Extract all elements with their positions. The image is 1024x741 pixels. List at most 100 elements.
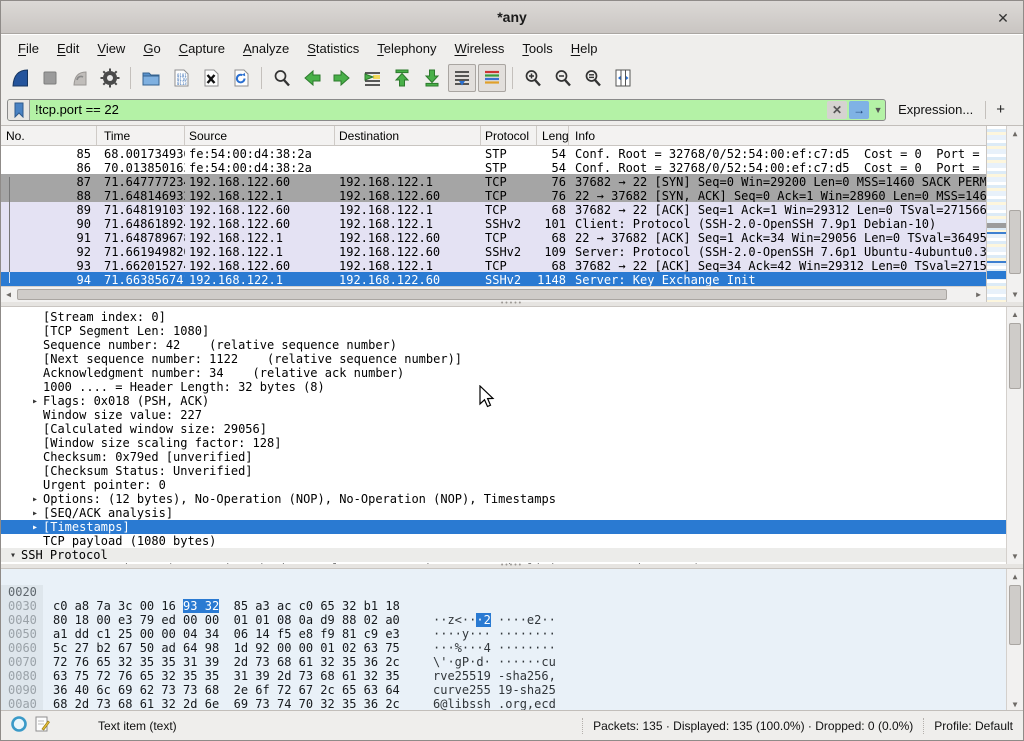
menu-item[interactable]: Capture bbox=[170, 37, 234, 60]
column-header-length[interactable]: Length bbox=[537, 126, 569, 145]
close-window-button[interactable]: ✕ bbox=[993, 8, 1013, 28]
scroll-up-arrow[interactable]: ▲ bbox=[1007, 307, 1023, 322]
start-capture-icon[interactable] bbox=[6, 64, 34, 92]
detail-line[interactable]: 1000 .... = Header Length: 32 bytes (8) bbox=[1, 380, 1006, 394]
open-capture-file-icon[interactable] bbox=[137, 64, 165, 92]
detail-line[interactable]: [Checksum Status: Unverified] bbox=[1, 464, 1006, 478]
zoom-original-icon[interactable] bbox=[579, 64, 607, 92]
column-header-protocol[interactable]: Protocol bbox=[481, 126, 537, 145]
find-packet-icon[interactable] bbox=[268, 64, 296, 92]
go-to-top-icon[interactable] bbox=[388, 64, 416, 92]
capture-options-gear-icon[interactable] bbox=[96, 64, 124, 92]
packet-row[interactable]: 92 71.661949820 192.168.122.1 192.168.12… bbox=[1, 244, 986, 258]
menu-item[interactable]: Help bbox=[562, 37, 607, 60]
packet-row[interactable]: 91 71.648789678 192.168.122.1 192.168.12… bbox=[1, 230, 986, 244]
vertical-scroll-thumb[interactable] bbox=[1009, 585, 1021, 645]
hex-row[interactable]: 00b0 38 34 2c 65 63 64 68 2d 73 68 61 32… bbox=[1, 697, 1006, 711]
scroll-down-arrow[interactable]: ▼ bbox=[1007, 287, 1023, 302]
save-capture-file-icon[interactable]: 010101100113 bbox=[167, 64, 195, 92]
filter-history-dropdown-icon[interactable]: ▼ bbox=[871, 105, 885, 115]
profile-indicator[interactable]: Profile: Default bbox=[934, 719, 1013, 733]
detail-line[interactable]: ▸ [Timestamps] bbox=[1, 520, 1006, 534]
expand-arrow-icon[interactable]: ▸ bbox=[27, 522, 43, 533]
packet-list-vertical-scrollbar[interactable]: ▲ ▼ bbox=[1006, 126, 1023, 302]
scroll-up-arrow[interactable]: ▲ bbox=[1007, 126, 1023, 141]
detail-line[interactable]: [Calculated window size: 29056] bbox=[1, 422, 1006, 436]
reload-capture-file-icon[interactable] bbox=[227, 64, 255, 92]
details-vertical-scrollbar[interactable]: ▲ ▼ bbox=[1006, 307, 1023, 564]
menu-item[interactable]: Analyze bbox=[234, 37, 298, 60]
column-header-time[interactable]: Time bbox=[97, 126, 185, 145]
scroll-up-arrow[interactable]: ▲ bbox=[1007, 569, 1023, 584]
go-to-packet-icon[interactable] bbox=[358, 64, 386, 92]
detail-line[interactable]: ▸ [SEQ/ACK analysis] bbox=[1, 506, 1006, 520]
go-forward-icon[interactable] bbox=[328, 64, 356, 92]
packet-row[interactable]: 87 71.647777234 192.168.122.60 192.168.1… bbox=[1, 174, 986, 188]
expand-arrow-icon[interactable]: ▸ bbox=[27, 396, 43, 407]
resize-columns-icon[interactable] bbox=[609, 64, 637, 92]
menu-item[interactable]: Edit bbox=[48, 37, 88, 60]
detail-line[interactable]: ▸ Flags: 0x018 (PSH, ACK) bbox=[1, 394, 1006, 408]
detail-line[interactable]: [Window size scaling factor: 128] bbox=[1, 436, 1006, 450]
stop-capture-icon[interactable] bbox=[36, 64, 64, 92]
expand-arrow-icon[interactable]: ▸ bbox=[27, 494, 43, 505]
scroll-down-arrow[interactable]: ▼ bbox=[1007, 549, 1023, 564]
menu-item[interactable]: Wireless bbox=[446, 37, 514, 60]
hex-row[interactable]: 0030 80 18 00 e3 79 ed 00 00 01 01 08 0a… bbox=[1, 585, 1006, 599]
hex-row[interactable]: 0050 5c 27 b2 67 50 ad 64 98 1d 92 00 00… bbox=[1, 613, 1006, 627]
detail-line[interactable]: [Next sequence number: 1122 (relative se… bbox=[1, 352, 1006, 366]
packet-row[interactable]: 93 71.662015274 192.168.122.60 192.168.1… bbox=[1, 258, 986, 272]
detail-line[interactable]: TCP payload (1080 bytes) bbox=[1, 534, 1006, 548]
filter-input[interactable] bbox=[30, 102, 827, 117]
title-bar[interactable]: *any ✕ bbox=[1, 1, 1023, 34]
packet-row[interactable]: 86 70.013850163 fe:54:00:d4:38:2a STP 54… bbox=[1, 160, 986, 174]
packet-row[interactable]: 90 71.648618924 192.168.122.60 192.168.1… bbox=[1, 216, 986, 230]
detail-line[interactable]: [TCP Segment Len: 1080] bbox=[1, 324, 1006, 338]
scroll-left-arrow[interactable]: ◀ bbox=[1, 287, 16, 302]
filter-clear-button[interactable]: ✕ bbox=[827, 101, 847, 119]
packet-row[interactable]: 85 68.001734936 fe:54:00:d4:38:2a STP 54… bbox=[1, 146, 986, 160]
intelligent-scrollbar-minimap[interactable] bbox=[986, 126, 1006, 302]
expression-button[interactable]: Expression... bbox=[886, 102, 985, 117]
packet-row[interactable]: 88 71.648146932 192.168.122.1 192.168.12… bbox=[1, 188, 986, 202]
hex-row[interactable]: 0020 c0 a8 7a 3c 00 16 93 32 85 a3 ac c0… bbox=[1, 571, 1006, 585]
hex-row[interactable]: 0080 36 40 6c 69 62 73 73 68 2e 6f 72 67… bbox=[1, 655, 1006, 669]
column-header-destination[interactable]: Destination bbox=[335, 126, 481, 145]
menu-item[interactable]: Go bbox=[134, 37, 169, 60]
detail-line[interactable]: Sequence number: 42 (relative sequence n… bbox=[1, 338, 1006, 352]
menu-item[interactable]: File bbox=[9, 37, 48, 60]
expand-arrow-icon[interactable]: ▸ bbox=[27, 508, 43, 519]
hex-row[interactable]: 0060 72 76 65 32 35 35 31 39 2d 73 68 61… bbox=[1, 627, 1006, 641]
packet-row[interactable]: 94 71.663856741 192.168.122.1 192.168.12… bbox=[1, 272, 986, 286]
column-header-info[interactable]: Info bbox=[569, 126, 986, 145]
go-back-icon[interactable] bbox=[298, 64, 326, 92]
menu-item[interactable]: View bbox=[88, 37, 134, 60]
detail-line[interactable]: Window size value: 227 bbox=[1, 408, 1006, 422]
detail-line[interactable]: Acknowledgment number: 34 (relative ack … bbox=[1, 366, 1006, 380]
hex-row[interactable]: 0070 63 75 72 76 65 32 35 35 31 39 2d 73… bbox=[1, 641, 1006, 655]
hex-vertical-scrollbar[interactable]: ▲ ▼ bbox=[1006, 569, 1023, 712]
expand-arrow-icon[interactable]: ▾ bbox=[5, 550, 21, 561]
packet-row[interactable]: 89 71.648191037 192.168.122.60 192.168.1… bbox=[1, 202, 986, 216]
menu-item[interactable]: Telephony bbox=[368, 37, 445, 60]
hex-row[interactable]: 00a0 65 63 64 68 2d 73 68 61 32 2d 6e 69… bbox=[1, 683, 1006, 697]
hex-row[interactable]: 0090 68 2d 73 68 61 32 2d 6e 69 73 74 70… bbox=[1, 669, 1006, 683]
zoom-out-icon[interactable] bbox=[549, 64, 577, 92]
column-header-source[interactable]: Source bbox=[185, 126, 335, 145]
packet-list-horizontal-scrollbar[interactable]: ◀ ▶ bbox=[1, 286, 986, 302]
detail-line[interactable]: Checksum: 0x79ed [unverified] bbox=[1, 450, 1006, 464]
close-capture-file-icon[interactable] bbox=[197, 64, 225, 92]
vertical-scroll-thumb[interactable] bbox=[1009, 210, 1021, 274]
filter-bookmark-icon[interactable] bbox=[8, 100, 30, 120]
go-to-bottom-icon[interactable] bbox=[418, 64, 446, 92]
hex-row[interactable]: 0040 a1 dd c1 25 00 00 04 34 06 14 f5 e8… bbox=[1, 599, 1006, 613]
column-header-no[interactable]: No. bbox=[1, 126, 97, 145]
display-filter-field[interactable]: ✕ → ▼ bbox=[7, 99, 886, 121]
zoom-in-icon[interactable] bbox=[519, 64, 547, 92]
detail-line[interactable]: ▾ SSH Protocol bbox=[1, 548, 1006, 562]
add-filter-button-plus[interactable]: + bbox=[986, 101, 1017, 118]
vertical-scroll-thumb[interactable] bbox=[1009, 323, 1021, 389]
scroll-right-arrow[interactable]: ▶ bbox=[971, 287, 986, 302]
horizontal-scroll-thumb[interactable] bbox=[17, 289, 947, 300]
menu-item[interactable]: Statistics bbox=[298, 37, 368, 60]
